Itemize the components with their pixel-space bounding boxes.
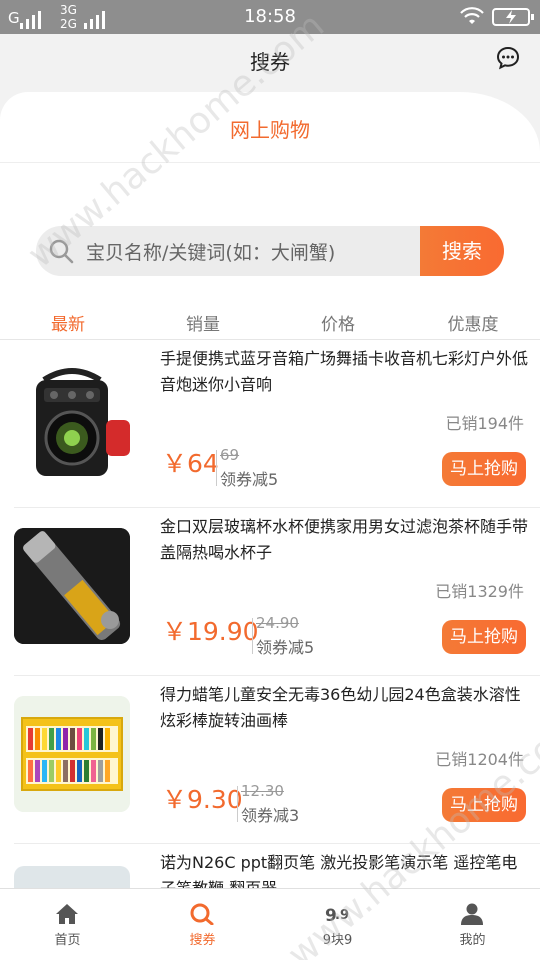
buy-now-button[interactable]: 马上抢购	[442, 788, 526, 822]
wifi-icon	[460, 7, 484, 24]
search-icon	[49, 239, 74, 264]
buy-now-button[interactable]: 马上抢购	[442, 620, 526, 654]
sold-count: 已销1204件	[435, 750, 524, 769]
sold-count: 已销1329件	[435, 582, 524, 601]
nine-nine-icon: 9 .9	[325, 906, 349, 925]
product-image	[14, 696, 130, 812]
divider	[0, 162, 540, 163]
product-image	[14, 360, 130, 476]
user-icon	[461, 903, 483, 925]
coupon-label: 领券减5	[220, 470, 279, 489]
tab-discount[interactable]: 优惠度	[418, 310, 528, 335]
page-title: 搜券	[250, 50, 290, 74]
tab-price[interactable]: 价格	[283, 310, 393, 335]
tab-coupon-search[interactable]: 搜券	[135, 889, 270, 960]
svg-text:.9: .9	[335, 908, 349, 923]
search-icon	[190, 903, 214, 925]
product-item[interactable]: 金口双层玻璃杯水杯便携家用男女过滤泡茶杯随手带盖隔热喝水杯子 已销1329件 ￥…	[0, 508, 540, 676]
product-title: 金口双层玻璃杯水杯便携家用男女过滤泡茶杯随手带盖隔热喝水杯子	[160, 517, 529, 562]
clock: 18:58	[244, 6, 296, 27]
tab-label: 9块9	[322, 933, 353, 948]
search-button[interactable]: 搜索	[420, 226, 504, 276]
tab-latest[interactable]: 最新	[13, 310, 123, 335]
price: ￥9.30	[162, 785, 243, 814]
product-item[interactable]: 得力蜡笔儿童安全无毒36色幼儿园24色盒装水溶性炫彩棒旋转油画棒 已销1204件…	[0, 676, 540, 844]
tab-profile[interactable]: 我的	[405, 889, 540, 960]
product-title: 得力蜡笔儿童安全无毒36色幼儿园24色盒装水溶性炫彩棒旋转油画棒	[160, 685, 521, 730]
price-divider	[252, 618, 253, 654]
home-icon	[56, 904, 78, 924]
tab-label: 我的	[459, 933, 486, 948]
search-placeholder: 宝贝名称/关键词(如：大闸蟹)	[86, 242, 336, 264]
nav-bar: 搜券	[0, 34, 540, 90]
tab-nine-nine[interactable]: 9 .9 9块9	[270, 889, 405, 960]
price-divider	[237, 786, 238, 822]
bottom-tab-bar: 首页 搜券 9 .9 9块9 我的	[0, 888, 540, 960]
product-item[interactable]: 诺为N26C ppt翻页笔 激光投影笔演示笔 遥控笔电子笔教鞭 翻页器	[0, 844, 540, 888]
original-price: 69	[220, 446, 240, 464]
tab-label: 搜券	[189, 933, 216, 948]
buy-now-button[interactable]: 马上抢购	[442, 452, 526, 486]
product-title: 诺为N26C ppt翻页笔 激光投影笔演示笔 遥控笔电子笔教鞭 翻页器	[160, 853, 518, 888]
product-image	[14, 528, 130, 644]
sold-count: 已销194件	[445, 414, 524, 433]
search-input[interactable]: 宝贝名称/关键词(如：大闸蟹)	[36, 226, 422, 276]
battery-icon	[492, 8, 534, 26]
product-item[interactable]: 手提便携式蓝牙音箱广场舞插卡收音机七彩灯户外低音炮迷你小音响 已销194件 ￥6…	[0, 340, 540, 508]
section-title: 网上购物	[230, 118, 310, 142]
chat-bubble-icon[interactable]	[496, 46, 520, 70]
sort-tabs: 最新 销量 价格 优惠度	[0, 310, 540, 338]
original-price: 12.30	[241, 782, 284, 800]
coupon-label: 领券减3	[241, 806, 300, 825]
price-divider	[216, 450, 217, 486]
tab-label: 首页	[54, 933, 81, 948]
coupon-label: 领券减5	[256, 638, 315, 657]
product-image	[14, 866, 130, 888]
product-title: 手提便携式蓝牙音箱广场舞插卡收音机七彩灯户外低音炮迷你小音响	[160, 349, 529, 394]
status-bar: G 3G 2G 18:58	[0, 0, 540, 34]
tab-home[interactable]: 首页	[0, 889, 135, 960]
original-price: 24.90	[256, 614, 299, 632]
tab-sales[interactable]: 销量	[148, 310, 258, 335]
price: ￥19.90	[162, 617, 259, 646]
price: ￥64	[162, 449, 219, 478]
